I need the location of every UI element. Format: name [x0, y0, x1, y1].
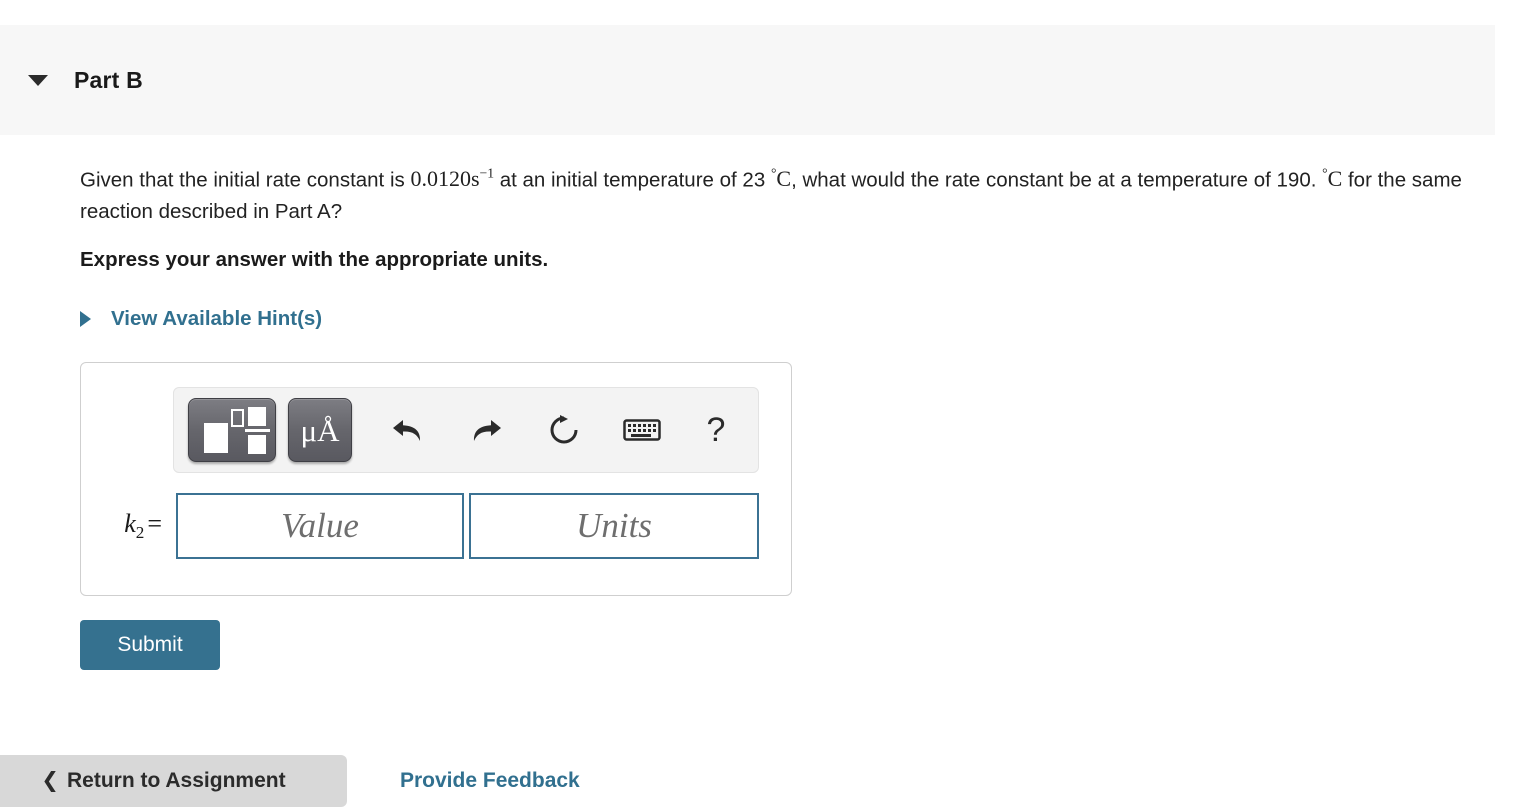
view-hints-link[interactable]: View Available Hint(s) — [80, 307, 322, 331]
return-to-assignment-label: Return to Assignment — [67, 769, 286, 792]
template-button[interactable] — [188, 398, 276, 462]
submit-button[interactable]: Submit — [80, 620, 220, 670]
math-editor-toolbar: μÅ ? — [173, 387, 759, 473]
page-title: Part B — [74, 66, 143, 93]
answer-input-row: k2 = Value Units — [81, 493, 791, 559]
undo-icon[interactable] — [380, 402, 436, 458]
question-line1-a: Given that the initial rate constant is — [80, 168, 411, 192]
triangle-down-icon[interactable] — [28, 74, 48, 86]
value-placeholder: Value — [281, 506, 359, 545]
return-to-assignment-button[interactable]: ❮ Return to Assignment — [0, 755, 347, 807]
question-line1-c: , what would the rate constant be at a t… — [791, 168, 1323, 192]
template-superscript-icon — [231, 409, 244, 427]
help-icon[interactable]: ? — [688, 402, 744, 458]
rate-constant-value: 0.0120s−1 — [410, 166, 495, 192]
template-denominator-icon — [248, 435, 266, 454]
template-fraction-bar-icon — [245, 429, 270, 432]
temperature-unit-1: °C — [770, 166, 792, 192]
question-line1-b: at an initial temperature of 23 — [494, 168, 771, 192]
answer-panel: μÅ ? k2 = Value Units — [80, 362, 792, 596]
units-placeholder: Units — [576, 506, 652, 545]
value-input[interactable]: Value — [176, 493, 464, 559]
reset-icon[interactable] — [536, 402, 592, 458]
temperature-unit-2: °C — [1322, 166, 1343, 192]
units-button[interactable]: μÅ — [288, 398, 352, 462]
view-hints-label: View Available Hint(s) — [111, 307, 323, 330]
provide-feedback-link[interactable]: Provide Feedback — [400, 755, 580, 807]
back-arrow-icon: ❮ — [41, 769, 60, 792]
answer-instruction: Express your answer with the appropriate… — [80, 248, 549, 271]
mu-angstrom-icon: μÅ — [300, 412, 340, 448]
units-input[interactable]: Units — [469, 493, 759, 559]
redo-icon[interactable] — [458, 402, 514, 458]
part-header: Part B — [0, 25, 1495, 135]
template-square-icon — [204, 423, 228, 453]
variable-label: k2 = — [124, 508, 162, 543]
question-text: Given that the initial rate constant is … — [80, 158, 1480, 228]
template-numerator-icon — [248, 407, 266, 426]
triangle-right-icon — [80, 311, 91, 327]
question-body: Given that the initial rate constant is … — [80, 158, 1480, 228]
keyboard-icon[interactable] — [614, 402, 670, 458]
